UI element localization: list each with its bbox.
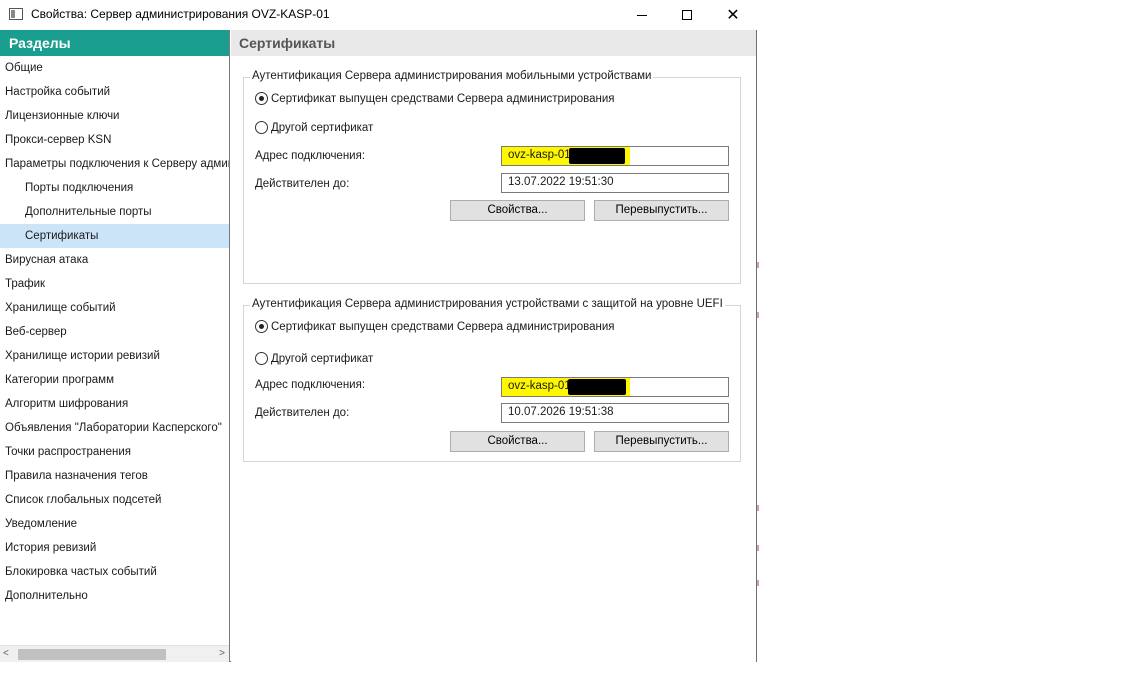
background-artifact bbox=[757, 312, 759, 318]
sidebar-item-frequent-events-blocking[interactable]: Блокировка частых событий bbox=[0, 560, 229, 584]
mobile-address-value: ovz-kasp-01 bbox=[508, 149, 571, 161]
mobile-address-field[interactable]: ovz-kasp-01 bbox=[501, 146, 729, 166]
window-icon bbox=[9, 8, 23, 20]
sidebar-item-general[interactable]: Общие bbox=[0, 56, 229, 80]
sidebar-item-distribution-points[interactable]: Точки распространения bbox=[0, 440, 229, 464]
window-title: Свойства: Сервер администрирования OVZ-K… bbox=[31, 7, 330, 21]
uefi-valid-field[interactable]: 10.07.2026 19:51:38 bbox=[501, 403, 729, 423]
mobile-properties-button[interactable]: Свойства... bbox=[450, 200, 585, 221]
sidebar-list: Общие Настройка событий Лицензионные клю… bbox=[0, 56, 229, 608]
sidebar-item-kaspersky-announcements[interactable]: Объявления "Лаборатории Касперского" bbox=[0, 416, 229, 440]
mobile-radio-other-cert[interactable]: Другой сертификат bbox=[255, 121, 373, 134]
uefi-auth-group: Аутентификация Сервера администрирования… bbox=[243, 298, 741, 462]
content-title: Сертификаты bbox=[231, 30, 756, 56]
sidebar-item-encryption-algorithm[interactable]: Алгоритм шифрования bbox=[0, 392, 229, 416]
scroll-left-icon[interactable]: < bbox=[3, 648, 9, 659]
maximize-icon bbox=[682, 10, 692, 20]
mobile-radio-other-cert-label: Другой сертификат bbox=[271, 121, 374, 134]
sections-sidebar: Разделы Общие Настройка событий Лицензио… bbox=[0, 30, 230, 662]
uefi-reissue-button[interactable]: Перевыпустить... bbox=[594, 431, 729, 452]
sidebar-horizontal-scrollbar[interactable]: < > bbox=[0, 645, 229, 662]
sidebar-item-tag-rules[interactable]: Правила назначения тегов bbox=[0, 464, 229, 488]
scrollbar-thumb[interactable] bbox=[18, 649, 166, 660]
content-panel: Сертификаты Аутентификация Сервера админ… bbox=[231, 30, 756, 662]
uefi-auth-legend: Аутентификация Сервера администрирования… bbox=[250, 298, 725, 310]
mobile-valid-field[interactable]: 13.07.2022 19:51:30 bbox=[501, 173, 729, 193]
sidebar-item-revision-history[interactable]: История ревизий bbox=[0, 536, 229, 560]
radio-unchecked-icon[interactable] bbox=[255, 352, 268, 365]
sidebar-item-license-keys[interactable]: Лицензионные ключи bbox=[0, 104, 229, 128]
sidebar-item-global-subnets[interactable]: Список глобальных подсетей bbox=[0, 488, 229, 512]
scroll-right-icon[interactable]: > bbox=[219, 648, 225, 659]
uefi-address-label: Адрес подключения: bbox=[255, 379, 366, 391]
uefi-radio-other-cert[interactable]: Другой сертификат bbox=[255, 352, 373, 365]
sidebar-item-additional-ports[interactable]: Дополнительные порты bbox=[0, 200, 229, 224]
sidebar-item-advanced[interactable]: Дополнительно bbox=[0, 584, 229, 608]
minimize-icon bbox=[637, 14, 647, 16]
sidebar-item-event-settings[interactable]: Настройка событий bbox=[0, 80, 229, 104]
uefi-address-field[interactable]: ovz-kasp-01 bbox=[501, 377, 729, 397]
mobile-valid-label: Действителен до: bbox=[255, 178, 350, 190]
sidebar-item-traffic[interactable]: Трафик bbox=[0, 272, 229, 296]
uefi-valid-label: Действителен до: bbox=[255, 407, 350, 419]
mobile-reissue-button[interactable]: Перевыпустить... bbox=[594, 200, 729, 221]
sidebar-item-event-storage[interactable]: Хранилище событий bbox=[0, 296, 229, 320]
sidebar-item-web-server[interactable]: Веб-сервер bbox=[0, 320, 229, 344]
mobile-address-label: Адрес подключения: bbox=[255, 150, 366, 162]
uefi-radio-other-cert-label: Другой сертификат bbox=[271, 352, 374, 365]
sidebar-header: Разделы bbox=[0, 30, 229, 56]
sidebar-item-notification[interactable]: Уведомление bbox=[0, 512, 229, 536]
redaction-mark bbox=[568, 379, 626, 395]
background-artifact bbox=[757, 545, 759, 551]
sidebar-item-connection-settings[interactable]: Параметры подключения к Серверу админи bbox=[0, 152, 229, 176]
uefi-radio-server-cert-label: Сертификат выпущен средствами Сервера ад… bbox=[271, 320, 615, 333]
mobile-auth-group: Аутентификация Сервера администрирования… bbox=[243, 70, 741, 284]
uefi-radio-server-cert[interactable]: Сертификат выпущен средствами Сервера ад… bbox=[255, 320, 615, 333]
maximize-button[interactable] bbox=[664, 0, 710, 30]
background-artifact bbox=[757, 580, 759, 586]
sidebar-item-certificates[interactable]: Сертификаты bbox=[0, 224, 229, 248]
radio-checked-icon[interactable] bbox=[255, 320, 268, 333]
sidebar-item-revision-storage[interactable]: Хранилище истории ревизий bbox=[0, 344, 229, 368]
title-bar: Свойства: Сервер администрирования OVZ-K… bbox=[0, 0, 757, 30]
redaction-mark bbox=[569, 148, 625, 164]
sidebar-item-app-categories[interactable]: Категории программ bbox=[0, 368, 229, 392]
sidebar-item-virus-attack[interactable]: Вирусная атака bbox=[0, 248, 229, 272]
mobile-radio-server-cert-label: Сертификат выпущен средствами Сервера ад… bbox=[271, 92, 615, 105]
sidebar-item-connection-ports[interactable]: Порты подключения bbox=[0, 176, 229, 200]
background-artifact bbox=[757, 262, 759, 268]
close-icon: ✕ bbox=[726, 7, 740, 24]
minimize-button[interactable] bbox=[619, 0, 665, 30]
radio-unchecked-icon[interactable] bbox=[255, 121, 268, 134]
radio-checked-icon[interactable] bbox=[255, 92, 268, 105]
sidebar-item-ksn-proxy[interactable]: Прокси-сервер KSN bbox=[0, 128, 229, 152]
properties-window: Свойства: Сервер администрирования OVZ-K… bbox=[0, 0, 757, 662]
uefi-properties-button[interactable]: Свойства... bbox=[450, 431, 585, 452]
uefi-address-value: ovz-kasp-01 bbox=[508, 380, 571, 392]
background-artifact bbox=[757, 505, 759, 511]
mobile-auth-legend: Аутентификация Сервера администрирования… bbox=[250, 70, 654, 82]
mobile-radio-server-cert[interactable]: Сертификат выпущен средствами Сервера ад… bbox=[255, 92, 615, 105]
close-button[interactable]: ✕ bbox=[710, 0, 756, 30]
